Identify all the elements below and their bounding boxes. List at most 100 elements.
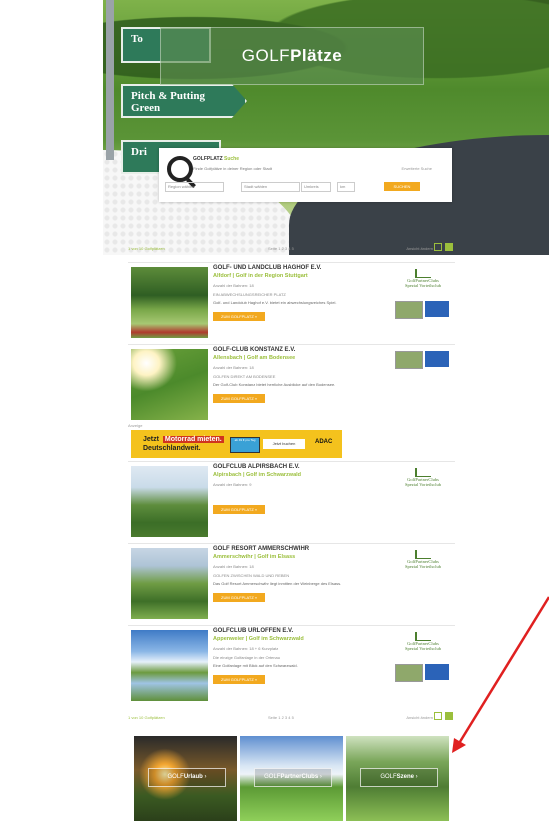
search-button[interactable]: SUCHEN bbox=[384, 182, 420, 191]
result-info: GOLF-CLUB KONSTANZ E.V. Allensbach | Gol… bbox=[213, 347, 391, 405]
site-logo[interactable]: GOLF Plätze bbox=[160, 27, 424, 85]
result-info: GOLF RESORT AMMERSCHWIHR Ammerschwihr | … bbox=[213, 546, 391, 604]
advanced-search-link[interactable]: Erweiterte Suche bbox=[402, 166, 432, 171]
tile-golf-szene[interactable]: GOLFSzene › bbox=[346, 736, 449, 821]
chevron-right-icon: › bbox=[204, 774, 207, 780]
result-item: GOLFCLUB ALPIRSBACH E.V. Alpirsbach | Go… bbox=[128, 461, 455, 542]
result-info: GOLFCLUB URLOFFEN E.V. Appenweier | Golf… bbox=[213, 628, 391, 686]
logo-light: GOLF bbox=[241, 46, 291, 65]
course-thumbnail[interactable] bbox=[131, 267, 208, 338]
grid-view-icon[interactable] bbox=[445, 712, 453, 720]
city-select[interactable]: Stadt wählen bbox=[241, 182, 300, 192]
course-tagline: EIN ABWECHSLUNGSREICHER PLATZ bbox=[213, 292, 286, 297]
radius-select[interactable]: Umkreis bbox=[301, 182, 331, 192]
to-course-button[interactable]: ZUM GOLFPLATZ » bbox=[213, 505, 266, 514]
grid-view-icon[interactable] bbox=[445, 243, 453, 251]
course-name[interactable]: GOLF RESORT AMMERSCHWIHR bbox=[213, 546, 391, 552]
search-panel: GOLFPLATZ Suche Finde Golfplätze in dein… bbox=[159, 148, 452, 202]
tile-light: GOLF bbox=[380, 774, 397, 780]
ad-price-box: ab 49 € pro Tag bbox=[230, 437, 260, 453]
course-location: Allensbach | Golf am Bodensee bbox=[213, 355, 296, 361]
results-bar-bottom: 1 von 10 Golfplätzen Seite 1 2 3 4 5 Ans… bbox=[128, 712, 453, 724]
result-item: GOLFCLUB URLOFFEN E.V. Appenweier | Golf… bbox=[128, 625, 455, 706]
course-holes: Anzahl der Bahnen: 18 bbox=[213, 564, 254, 569]
pagination[interactable]: Seite 1 2 3 4 5 bbox=[268, 715, 294, 720]
tile-bold: Szene bbox=[396, 774, 414, 780]
result-item: GOLF- UND LANDCLUB HAGHOF E.V. Alfdorf |… bbox=[128, 262, 455, 343]
to-course-button[interactable]: ZUM GOLFPLATZ » bbox=[213, 394, 266, 403]
course-thumbnail[interactable] bbox=[131, 349, 208, 420]
ad-brand: ADAC bbox=[315, 439, 333, 445]
logo-bold: Plätze bbox=[290, 46, 343, 65]
partner-sub: Spezial Vorteilsclub bbox=[405, 283, 441, 288]
search-icon bbox=[167, 156, 193, 182]
to-course-button[interactable]: ZUM GOLFPLATZ » bbox=[213, 593, 266, 602]
ad-cta-button[interactable]: Jetzt buchen bbox=[263, 439, 305, 449]
tile-golf-partnerclubs[interactable]: GOLFPartnerClubs › bbox=[240, 736, 343, 821]
course-name[interactable]: GOLF-CLUB KONSTANZ E.V. bbox=[213, 347, 391, 353]
course-description: Eine Golfanlage mit Blick auf den Schwar… bbox=[213, 663, 298, 668]
course-name[interactable]: GOLFCLUB URLOFFEN E.V. bbox=[213, 628, 391, 634]
list-view-icon[interactable] bbox=[434, 712, 442, 720]
result-item: GOLF-CLUB KONSTANZ E.V. Allensbach | Gol… bbox=[128, 344, 455, 425]
course-description: Golf- und Landclub Haghof e.V. bietet ei… bbox=[213, 300, 337, 305]
course-description: Der Golf-Club Konstanz bietet herrliche … bbox=[213, 382, 336, 387]
badges: GolfPartnerClubs Spezial Vorteilsclub bbox=[395, 267, 451, 319]
tile-bold: Urlaub bbox=[183, 774, 203, 780]
course-location: Alfdorf | Golf in der Region Stuttgart bbox=[213, 273, 308, 279]
partner-club-badge: GolfPartnerClubs Spezial Vorteilsclub bbox=[395, 632, 451, 662]
ad-prefix: Jetzt bbox=[143, 436, 159, 443]
results-count: 1 von 10 Golfplätzen bbox=[128, 715, 165, 720]
partner-sub: Spezial Vorteilsclub bbox=[405, 482, 441, 487]
course-holes: Anzahl der Bahnen: 18 bbox=[213, 365, 254, 370]
result-info: GOLF- UND LANDCLUB HAGHOF E.V. Alfdorf |… bbox=[213, 265, 391, 323]
course-tagline: Die einzige Golfanlage in der Ortenau bbox=[213, 655, 280, 660]
to-course-button[interactable]: ZUM GOLFPLATZ » bbox=[213, 312, 266, 321]
ad-banner[interactable]: Jetzt Motorrad mieten. Deutschlandweit. a… bbox=[131, 430, 342, 458]
result-info: GOLFCLUB ALPIRSBACH E.V. Alpirsbach | Go… bbox=[213, 464, 391, 516]
green-badge bbox=[395, 301, 423, 319]
green-badge bbox=[395, 351, 423, 369]
tile-light: GOLF bbox=[167, 774, 184, 780]
results-count: 1 von 10 Golfplätzen bbox=[128, 246, 165, 251]
partner-club-badge: GolfPartnerClubs Spezial Vorteilsclub bbox=[395, 550, 451, 580]
badges: GolfPartnerClubs Spezial Vorteilsclub bbox=[395, 548, 451, 580]
course-location: Appenweier | Golf im Schwarzwald bbox=[213, 636, 304, 642]
pagination[interactable]: Seite 1 2 3 4 5 bbox=[268, 246, 294, 251]
course-holes: Anzahl der Bahnen: 9 bbox=[213, 482, 252, 487]
tile-caption: GOLFUrlaub › bbox=[148, 768, 226, 787]
direction-sign-2: Pitch & Putting Green bbox=[121, 84, 247, 118]
km-select[interactable]: km bbox=[337, 182, 355, 192]
sign-post bbox=[106, 0, 114, 160]
list-view-icon[interactable] bbox=[434, 243, 442, 251]
view-toggle-label: Ansicht ändern bbox=[406, 246, 433, 251]
course-thumbnail[interactable] bbox=[131, 630, 208, 701]
flag-icon bbox=[415, 468, 431, 477]
course-thumbnail[interactable] bbox=[131, 466, 208, 537]
partner-club-badge: GolfPartnerClubs Spezial Vorteilsclub bbox=[395, 468, 451, 498]
green-badge bbox=[395, 664, 423, 682]
course-holes: Anzahl der Bahnen: 18 bbox=[213, 283, 254, 288]
tile-bold: PartnerClubs bbox=[280, 774, 319, 780]
ad-label: Anzeige bbox=[128, 423, 143, 428]
tile-light: GOLF bbox=[264, 774, 281, 780]
course-name[interactable]: GOLFCLUB ALPIRSBACH E.V. bbox=[213, 464, 391, 470]
search-title: GOLFPLATZ Suche bbox=[193, 156, 239, 162]
partner-sub: Spezial Vorteilsclub bbox=[405, 646, 441, 651]
tile-golf-urlaub[interactable]: GOLFUrlaub › bbox=[134, 736, 237, 821]
to-course-button[interactable]: ZUM GOLFPLATZ » bbox=[213, 675, 266, 684]
blue-badge bbox=[425, 664, 449, 680]
course-thumbnail[interactable] bbox=[131, 548, 208, 619]
search-title-accent: Suche bbox=[224, 156, 240, 162]
flag-icon bbox=[415, 269, 431, 278]
mini-badges bbox=[395, 301, 451, 319]
course-name[interactable]: GOLF- UND LANDCLUB HAGHOF E.V. bbox=[213, 265, 391, 271]
course-tagline: GOLFEN DIREKT AM BODENSEE bbox=[213, 374, 276, 379]
ad-headline: Jetzt Motorrad mieten. Deutschlandweit. bbox=[141, 435, 224, 453]
mini-badges bbox=[395, 351, 451, 369]
course-tagline: GOLFEN ZWISCHEN WALD UND REBEN bbox=[213, 573, 290, 578]
course-holes: Anzahl der Bahnen: 18 + 6 Kurzplatz bbox=[213, 646, 279, 651]
mini-badges bbox=[395, 664, 451, 682]
search-title-dark: GOLFPLATZ bbox=[193, 156, 223, 162]
region-select[interactable]: Region wählen bbox=[165, 182, 224, 192]
